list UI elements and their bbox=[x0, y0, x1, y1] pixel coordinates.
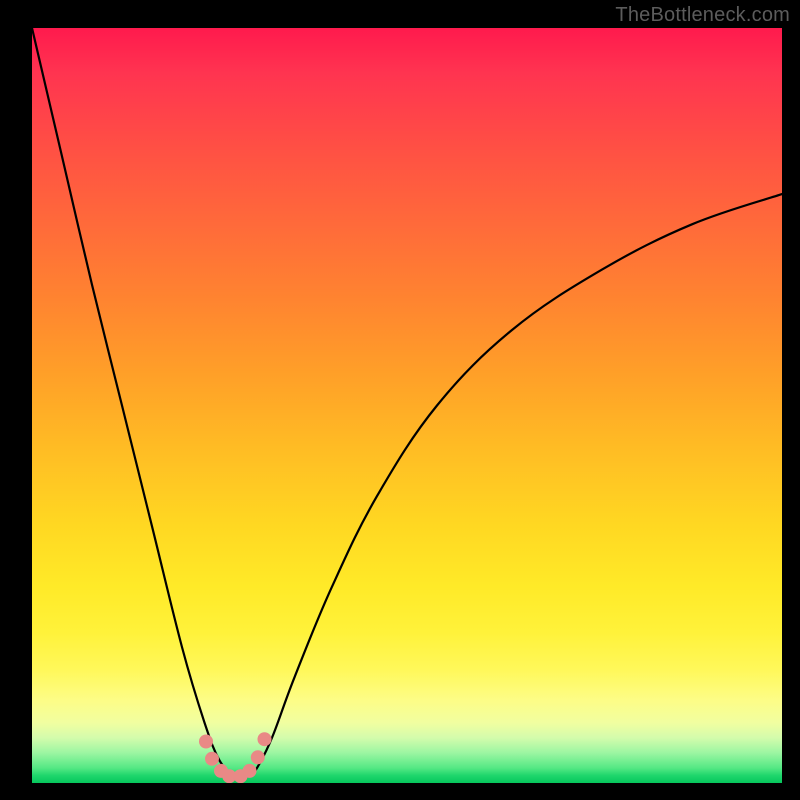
curve-marker bbox=[243, 764, 257, 778]
bottleneck-curve-svg bbox=[32, 28, 782, 783]
chart-frame: TheBottleneck.com bbox=[0, 0, 800, 800]
curve-marker bbox=[205, 752, 219, 766]
curve-marker bbox=[199, 735, 213, 749]
plot-area bbox=[32, 28, 782, 783]
watermark-text: TheBottleneck.com bbox=[615, 4, 790, 27]
curve-markers bbox=[199, 732, 272, 783]
curve-marker bbox=[258, 732, 272, 746]
curve-marker bbox=[251, 750, 265, 764]
bottleneck-curve-path bbox=[32, 28, 782, 777]
